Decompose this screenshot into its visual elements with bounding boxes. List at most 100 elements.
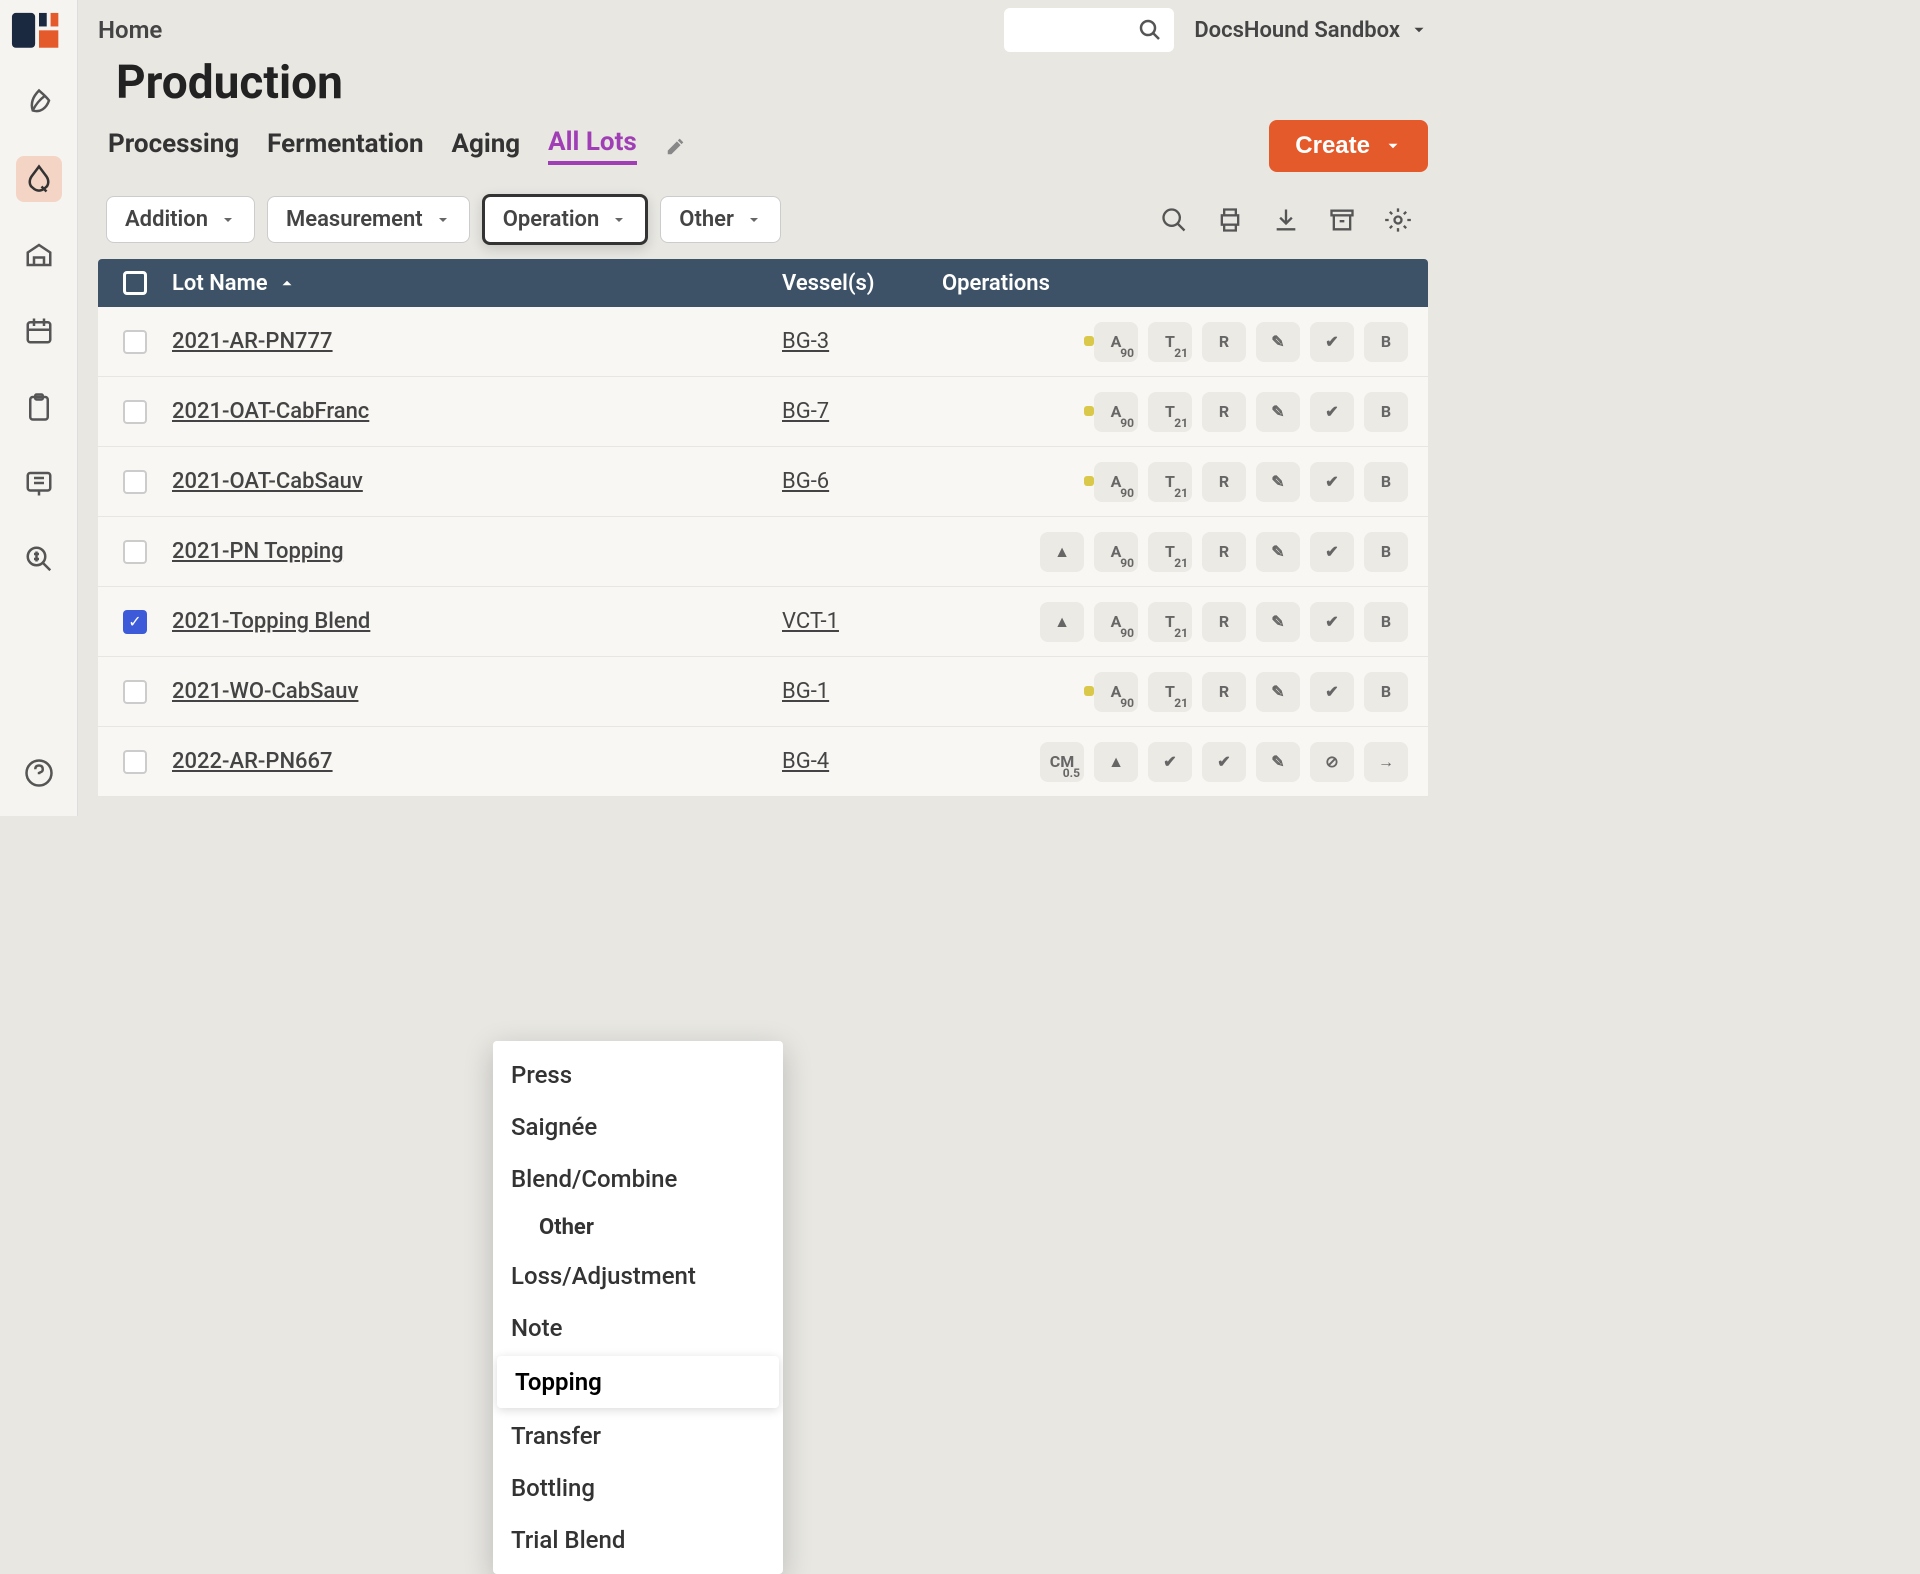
operation-badge[interactable]: A90	[1094, 602, 1138, 642]
row-checkbox[interactable]	[98, 400, 172, 424]
operation-badge[interactable]: ✎	[1256, 322, 1300, 362]
archive-icon[interactable]	[1328, 206, 1356, 234]
operation-badge[interactable]: T21	[1148, 392, 1192, 432]
dd-item-loss[interactable]: Loss/Adjustment	[493, 1250, 783, 1302]
operation-badge[interactable]: ✎	[1256, 532, 1300, 572]
operation-badge[interactable]: B	[1364, 672, 1408, 712]
dd-item-trial-blend[interactable]: Trial Blend	[493, 1514, 783, 1566]
tab-aging[interactable]: Aging	[452, 129, 521, 163]
operation-badge[interactable]: B	[1364, 392, 1408, 432]
lot-name-link[interactable]: 2021-PN Topping	[172, 539, 492, 564]
col-vessel[interactable]: Vessel(s)	[782, 271, 942, 296]
drop-icon[interactable]	[16, 156, 62, 202]
filter-other[interactable]: Other	[660, 196, 781, 243]
dd-item-transfer[interactable]: Transfer	[493, 1410, 783, 1462]
operation-badge[interactable]: ✎	[1256, 742, 1300, 782]
operation-badge[interactable]: ✔	[1310, 462, 1354, 502]
dd-item-bottling[interactable]: Bottling	[493, 1462, 783, 1514]
operation-badge[interactable]: T21	[1148, 462, 1192, 502]
dd-item-topping[interactable]: Topping	[497, 1356, 779, 1408]
vessel-link[interactable]: BG-7	[782, 399, 942, 424]
create-button[interactable]: Create	[1269, 120, 1428, 172]
help-icon[interactable]	[16, 750, 62, 796]
operation-badge[interactable]: ▲	[1040, 532, 1084, 572]
operation-badge[interactable]: ▲	[1094, 742, 1138, 782]
dollar-search-icon[interactable]	[16, 536, 62, 582]
operation-badge[interactable]: A90	[1094, 462, 1138, 502]
vessel-link[interactable]: BG-6	[782, 469, 942, 494]
operation-badge[interactable]: A90	[1094, 392, 1138, 432]
col-operations[interactable]: Operations	[942, 271, 1428, 296]
operation-badge[interactable]: ▲	[1040, 602, 1084, 642]
search-icon[interactable]	[1160, 206, 1188, 234]
row-checkbox[interactable]	[98, 470, 172, 494]
leaf-icon[interactable]	[16, 80, 62, 126]
tab-all-lots[interactable]: All Lots	[548, 127, 637, 165]
row-checkbox[interactable]: ✓	[98, 610, 172, 634]
filter-operation[interactable]: Operation	[482, 194, 649, 245]
warehouse-icon[interactable]	[16, 232, 62, 278]
operation-badge[interactable]: ✔	[1310, 602, 1354, 642]
calendar-icon[interactable]	[16, 308, 62, 354]
operation-badge[interactable]: R	[1202, 532, 1246, 572]
operation-badge[interactable]: R	[1202, 322, 1246, 362]
col-lot-name[interactable]: Lot Name	[172, 271, 492, 296]
operation-badge[interactable]: R	[1202, 602, 1246, 642]
operation-badge[interactable]: CM0.5	[1040, 742, 1084, 782]
operation-badge[interactable]: B	[1364, 322, 1408, 362]
operation-badge[interactable]: ✔	[1310, 672, 1354, 712]
operation-badge[interactable]: ✎	[1256, 672, 1300, 712]
dd-item-press[interactable]: Press	[493, 1049, 783, 1101]
operation-badge[interactable]: T21	[1148, 672, 1192, 712]
operation-badge[interactable]: B	[1364, 532, 1408, 572]
select-all-checkbox[interactable]	[98, 271, 172, 295]
download-icon[interactable]	[1272, 206, 1300, 234]
lot-name-link[interactable]: 2021-OAT-CabFranc	[172, 399, 492, 424]
lot-name-link[interactable]: 2021-WO-CabSauv	[172, 679, 492, 704]
breadcrumb[interactable]: Home	[98, 16, 162, 44]
print-icon[interactable]	[1216, 206, 1244, 234]
dd-item-note[interactable]: Note	[493, 1302, 783, 1354]
operation-badge[interactable]: ✔	[1310, 392, 1354, 432]
row-checkbox[interactable]	[98, 680, 172, 704]
operation-badge[interactable]: ✔	[1202, 742, 1246, 782]
operation-badge[interactable]: B	[1364, 602, 1408, 642]
vessel-link[interactable]: BG-3	[782, 329, 942, 354]
row-checkbox[interactable]	[98, 330, 172, 354]
clipboard-icon[interactable]	[16, 384, 62, 430]
vessel-link[interactable]: VCT-1	[782, 609, 942, 634]
operation-badge[interactable]: ✔	[1148, 742, 1192, 782]
operation-badge[interactable]: ✎	[1256, 392, 1300, 432]
operation-badge[interactable]: R	[1202, 462, 1246, 502]
operation-badge[interactable]: ⊘	[1310, 742, 1354, 782]
global-search[interactable]	[1004, 8, 1174, 52]
filter-addition[interactable]: Addition	[106, 196, 255, 243]
operation-badge[interactable]: T21	[1148, 532, 1192, 572]
dd-item-blend[interactable]: Blend/Combine	[493, 1153, 783, 1205]
row-checkbox[interactable]	[98, 540, 172, 564]
inventory-icon[interactable]	[16, 460, 62, 506]
pencil-icon[interactable]	[665, 135, 687, 157]
operation-badge[interactable]: ✔	[1310, 322, 1354, 362]
vessel-link[interactable]: BG-1	[782, 679, 942, 704]
account-menu[interactable]: DocsHound Sandbox	[1194, 18, 1428, 43]
dd-item-saignee[interactable]: Saignée	[493, 1101, 783, 1153]
operation-badge[interactable]: T21	[1148, 322, 1192, 362]
vessel-link[interactable]: BG-4	[782, 749, 942, 774]
lot-name-link[interactable]: 2021-OAT-CabSauv	[172, 469, 492, 494]
row-checkbox[interactable]	[98, 750, 172, 774]
operation-badge[interactable]: →	[1364, 742, 1408, 782]
operation-badge[interactable]: B	[1364, 462, 1408, 502]
operation-badge[interactable]: ✔	[1310, 532, 1354, 572]
lot-name-link[interactable]: 2022-AR-PN667	[172, 749, 492, 774]
lot-name-link[interactable]: 2021-Topping Blend	[172, 609, 492, 634]
operation-badge[interactable]: A90	[1094, 532, 1138, 572]
operation-badge[interactable]: T21	[1148, 602, 1192, 642]
lot-name-link[interactable]: 2021-AR-PN777	[172, 329, 492, 354]
operation-badge[interactable]: R	[1202, 672, 1246, 712]
filter-measurement[interactable]: Measurement	[267, 196, 470, 243]
operation-badge[interactable]: ✎	[1256, 462, 1300, 502]
tab-fermentation[interactable]: Fermentation	[267, 129, 423, 163]
app-logo[interactable]	[10, 10, 68, 50]
operation-badge[interactable]: A90	[1094, 322, 1138, 362]
